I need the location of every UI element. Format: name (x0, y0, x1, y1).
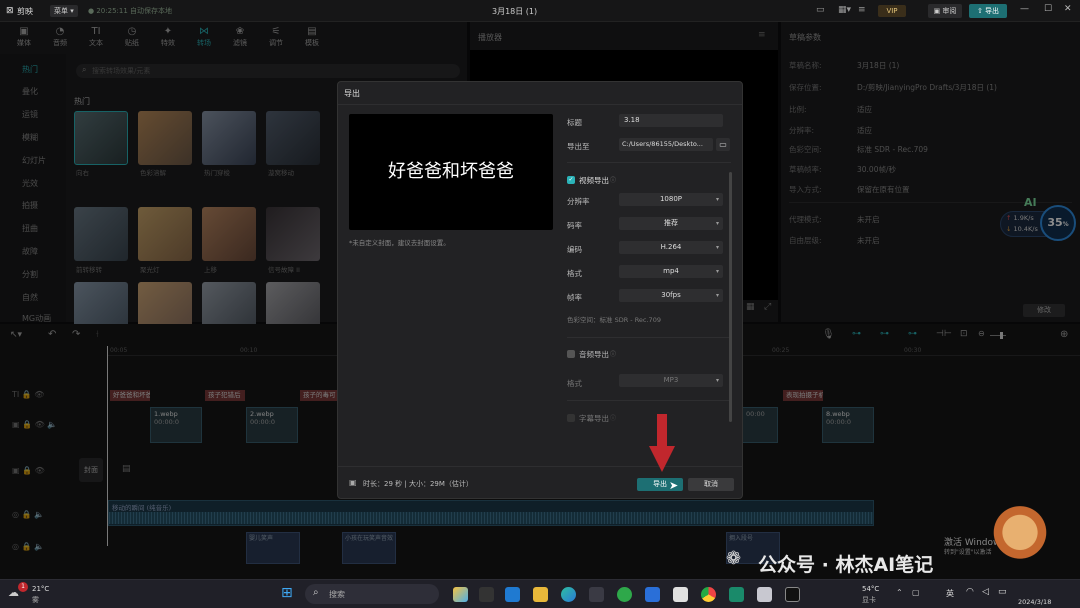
top-export-button[interactable]: ⇧ 导出 (969, 4, 1007, 18)
settings-icon[interactable]: ≡ (858, 5, 866, 15)
path-input[interactable]: C:/Users/86155/Deskto... (619, 138, 713, 151)
weather-temp: 21°C (32, 585, 50, 593)
path-label: 导出至 (567, 142, 590, 151)
resolution-label: 分辨率 (567, 197, 590, 206)
chevron-up-icon[interactable]: ⌃ (896, 588, 903, 597)
chevron-down-icon: ▾ (715, 377, 719, 384)
title-label: 标题 (567, 118, 582, 127)
minimize-icon[interactable]: — (1020, 4, 1029, 14)
gpu-temp: 54°C (862, 585, 880, 593)
mouse-cursor-icon: ➤ (669, 479, 679, 492)
divider (567, 162, 731, 163)
info-icon: ⓘ (610, 351, 617, 358)
format-select[interactable]: mp4 ▾ (619, 265, 723, 278)
battery-icon[interactable]: ▭ (998, 587, 1007, 597)
search-icon: ⌕ (313, 587, 319, 598)
info-icon: ⓘ (610, 177, 617, 184)
app-icon[interactable] (673, 587, 688, 602)
codec-select[interactable]: H.264 ▾ (619, 241, 723, 254)
framerate-select[interactable]: 30fps ▾ (619, 289, 723, 302)
title-bar: ⊠ 剪映 菜单 ▾ ● 20:25:11 自动保存本地 3月18日 (1) ▭ … (0, 0, 1080, 22)
app-icon[interactable] (453, 587, 468, 602)
app-icon[interactable] (617, 587, 632, 602)
app-icon[interactable] (757, 587, 772, 602)
taskbar-search[interactable]: ⌕ 搜索 (305, 584, 439, 604)
chevron-down-icon: ▾ (715, 292, 719, 299)
preview-cover[interactable]: 好爸爸和坏爸爸 (349, 114, 553, 230)
video-export-label: 视频导出 (579, 176, 609, 185)
app-icon[interactable] (645, 587, 660, 602)
folder-icon[interactable]: ▭ (716, 138, 730, 151)
audio-export-checkbox[interactable] (567, 350, 575, 358)
wifi-icon[interactable]: ◠ (966, 587, 974, 597)
gpu-label: 显卡 (862, 596, 876, 604)
divider (338, 466, 742, 467)
layout-icon[interactable]: ▭ (816, 5, 825, 15)
framerate-label: 帧率 (567, 293, 582, 302)
account-watermark: 公众号 · 林杰AI笔记 (758, 554, 934, 576)
subtitle-export-checkbox[interactable] (567, 414, 575, 422)
taskbar: ☁ 1 21°C 雾 ⊞ ⌕ 搜索 54°C 显卡 ⌃ ▢ 英 ◠ ◁ ▭ 20… (0, 579, 1080, 608)
edge-icon[interactable] (561, 587, 576, 602)
film-icon: ▣ (349, 478, 357, 487)
bitrate-label: 码率 (567, 221, 582, 230)
audio-format-label: 格式 (567, 379, 582, 388)
audio-export-label: 音频导出 (579, 350, 609, 359)
autosave-status: ● 20:25:11 自动保存本地 (88, 7, 173, 15)
weather-widget[interactable]: ☁ 1 21°C 雾 (6, 582, 66, 606)
red-arrow-annotation (649, 414, 675, 472)
start-icon[interactable]: ⊞ (281, 585, 293, 601)
maximize-icon[interactable]: ☐ (1044, 4, 1052, 14)
menu-button[interactable]: 菜单 ▾ (50, 5, 78, 17)
dialog-title: 导出 (344, 89, 360, 98)
tray-icon[interactable]: ▢ (912, 588, 920, 597)
export-info: 时长：29 秒 | 大小：29M（估计） (363, 480, 473, 488)
app-logo-icon: ⊠ (6, 6, 14, 16)
grid-icon[interactable]: ▦▾ (838, 5, 851, 15)
video-export-checkbox[interactable]: ✓ (567, 176, 575, 184)
cancel-button[interactable]: 取消 (688, 478, 734, 491)
subtitle-export-label: 字幕导出 (579, 414, 609, 423)
app-icon[interactable] (479, 587, 494, 602)
format-label: 格式 (567, 269, 582, 278)
notification-badge: 1 (18, 582, 28, 592)
export-dialog: 导出 好爸爸和坏爸爸 *未自定义封面，建议去封面设置。 标题 3.18 导出至 … (337, 81, 743, 499)
review-button[interactable]: ▣ 审阅 (928, 4, 962, 18)
language-indicator[interactable]: 英 (946, 588, 954, 599)
window-title: 3月18日 (1) (492, 7, 538, 16)
info-icon: ⓘ (610, 415, 617, 422)
divider (567, 400, 731, 401)
audio-format-select[interactable]: MP3 ▾ (619, 374, 723, 387)
app-icon[interactable] (589, 587, 604, 602)
close-icon[interactable]: ✕ (1064, 4, 1072, 14)
settings-scrollbar[interactable] (729, 172, 732, 422)
app-icon[interactable] (729, 587, 744, 602)
clock-date[interactable]: 2024/3/18 (1018, 598, 1051, 606)
codec-label: 编码 (567, 245, 582, 254)
divider (338, 104, 742, 105)
vscode-icon[interactable] (505, 587, 520, 602)
divider (567, 337, 731, 338)
chevron-down-icon: ▾ (715, 268, 719, 275)
chrome-icon[interactable] (701, 587, 716, 602)
color-space-text: 色彩空间：标准 SDR - Rec.709 (567, 316, 661, 324)
weather-desc: 雾 (32, 596, 39, 604)
vip-badge[interactable]: VIP (878, 5, 906, 17)
folder-icon[interactable] (533, 587, 548, 602)
title-input[interactable]: 3.18 (619, 114, 723, 127)
chevron-down-icon: ▾ (715, 244, 719, 251)
wechat-icon: ❁ (726, 548, 742, 569)
taskbar-search-label: 搜索 (329, 590, 345, 599)
menu-label: 菜单 (54, 7, 68, 15)
bitrate-select[interactable]: 推荐 ▾ (619, 217, 723, 230)
avatar (978, 506, 1062, 572)
chevron-down-icon: ▾ (715, 220, 719, 227)
capcut-icon[interactable] (785, 587, 800, 602)
preview-text: 好爸爸和坏爸爸 (388, 161, 514, 182)
volume-icon[interactable]: ◁ (982, 587, 989, 597)
app-name: 剪映 (17, 7, 33, 16)
cover-hint: *未自定义封面，建议去封面设置。 (349, 239, 450, 247)
chevron-down-icon: ▾ (715, 196, 719, 203)
resolution-select[interactable]: 1080P ▾ (619, 193, 723, 206)
